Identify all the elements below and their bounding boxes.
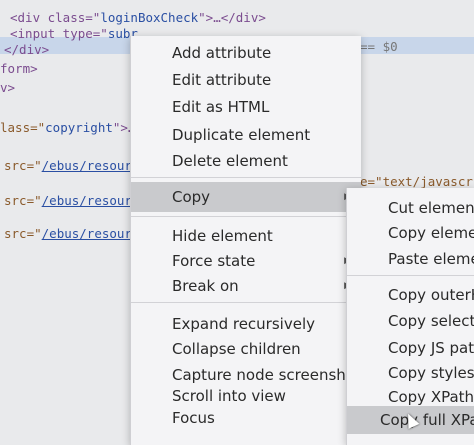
menu-item-label: Break on	[172, 277, 239, 295]
code-line-value: copyright	[45, 120, 113, 135]
dollar-zero-label: == $0	[360, 39, 398, 54]
menu-item-expand-recursively[interactable]: Expand recursively	[131, 312, 361, 336]
menu-item-focus[interactable]: Focus	[131, 406, 361, 430]
submenu-item-label: Copy full XPath	[380, 411, 474, 429]
code-line-prefix: v>	[0, 80, 16, 95]
menu-item-delete-element[interactable]: Delete element	[131, 149, 361, 173]
submenu-item-label: Copy XPath	[388, 388, 474, 406]
code-line-prefix: <div class="	[10, 10, 101, 25]
script-type-text: e="text/javascr	[360, 174, 473, 189]
code-line-prefix: src="	[4, 193, 42, 208]
submenu-item-label: Copy selector	[388, 312, 474, 330]
menu-item-label: Scroll into view	[172, 387, 286, 405]
menu-item-break-on[interactable]: Break on▶	[131, 274, 361, 298]
code-line-prefix: <input type="	[10, 26, 108, 41]
submenu-item-label: Paste elemer	[388, 250, 474, 268]
menu-item-edit-attribute[interactable]: Edit attribute	[131, 68, 361, 92]
menu-item-label: Delete element	[172, 152, 288, 170]
code-line-prefix: src="	[4, 158, 42, 173]
menu-item-hide-element[interactable]: Hide element	[131, 224, 361, 248]
code-line-prefix: src="	[4, 226, 42, 241]
submenu-item-copy-selector[interactable]: Copy selector	[347, 309, 474, 333]
menu-item-force-state[interactable]: Force state▶	[131, 249, 361, 273]
code-line-value: loginBoxCheck	[100, 10, 199, 25]
code-line-suffix: ">…</div>	[198, 10, 266, 25]
menu-item-edit-as-html[interactable]: Edit as HTML	[131, 95, 361, 119]
submenu-item-label: Copy JS path	[388, 339, 474, 357]
code-line[interactable]: src="/ebus/resour	[4, 224, 132, 244]
code-line-prefix: lass="	[0, 120, 46, 135]
submenu-item-paste-element[interactable]: Paste elemer	[347, 247, 474, 271]
code-line[interactable]: lass="copyright">…	[0, 118, 135, 138]
copy-submenu: Cut element Copy elemer Paste elemer Cop…	[346, 188, 474, 445]
submenu-item-copy-outerhtml[interactable]: Copy outerHT	[347, 283, 474, 307]
menu-item-scroll-into-view[interactable]: Scroll into view	[131, 384, 361, 408]
code-line[interactable]: src="/ebus/resour	[4, 156, 132, 176]
menu-item-label: Capture node screenshot	[172, 366, 361, 384]
menu-item-label: Duplicate element	[172, 126, 311, 144]
menu-separator	[131, 177, 361, 178]
code-line-prefix: </div>	[4, 42, 50, 57]
code-line[interactable]: </div>	[4, 40, 49, 60]
submenu-item-copy-js-path[interactable]: Copy JS path	[347, 336, 474, 360]
code-line-link[interactable]: /ebus/resour	[42, 193, 132, 208]
menu-item-label: Collapse children	[172, 340, 301, 358]
menu-item-label: Hide element	[172, 227, 273, 245]
menu-item-add-attribute[interactable]: Add attribute	[131, 41, 361, 65]
submenu-item-label: Copy styles	[388, 364, 474, 382]
menu-separator	[131, 302, 361, 303]
menu-item-label: Add attribute	[172, 44, 272, 62]
submenu-item-cut-element[interactable]: Cut element	[347, 196, 474, 220]
menu-separator	[347, 275, 474, 276]
menu-separator	[131, 216, 361, 217]
menu-item-label: Expand recursively	[172, 315, 315, 333]
code-line-link[interactable]: /ebus/resour	[42, 226, 132, 241]
submenu-item-label: Copy elemer	[388, 224, 474, 242]
submenu-item-copy-styles[interactable]: Copy styles	[347, 361, 474, 385]
selected-node-suffix: == $0	[360, 37, 398, 57]
menu-item-label: Focus	[172, 409, 215, 427]
code-line-prefix: form>	[0, 61, 38, 76]
context-menu: Add attribute Edit attribute Edit as HTM…	[130, 36, 361, 445]
menu-item-label: Force state	[172, 252, 256, 270]
menu-item-copy[interactable]: Copy▶	[131, 182, 361, 212]
menu-item-label: Edit as HTML	[172, 98, 270, 116]
code-line-link[interactable]: /ebus/resour	[42, 158, 132, 173]
submenu-item-label: Copy outerHT	[388, 286, 474, 304]
code-line[interactable]: form>	[0, 59, 38, 79]
submenu-item-label: Cut element	[388, 199, 474, 217]
menu-item-duplicate-element[interactable]: Duplicate element	[131, 123, 361, 147]
code-line[interactable]: v>	[0, 78, 15, 98]
code-line[interactable]: src="/ebus/resour	[4, 191, 132, 211]
menu-item-collapse-children[interactable]: Collapse children	[131, 337, 361, 361]
submenu-item-copy-element[interactable]: Copy elemer	[347, 221, 474, 245]
menu-item-label: Edit attribute	[172, 71, 272, 89]
menu-item-label: Copy	[172, 188, 211, 206]
